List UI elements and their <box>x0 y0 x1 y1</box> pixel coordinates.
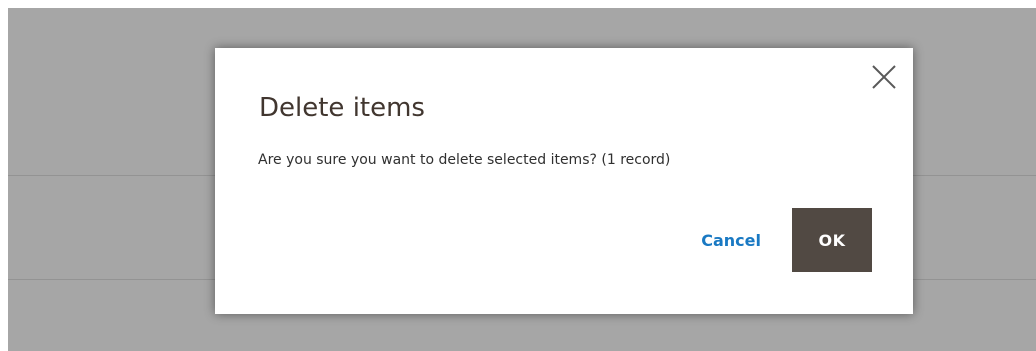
modal-title: Delete items <box>259 93 425 123</box>
cancel-button[interactable]: Cancel <box>701 231 761 250</box>
close-icon <box>872 65 896 89</box>
ok-button[interactable]: OK <box>792 208 872 272</box>
close-button[interactable] <box>869 62 899 92</box>
modal-footer: Cancel OK <box>701 208 872 272</box>
delete-confirm-modal: Delete items Are you sure you want to de… <box>215 48 913 314</box>
modal-message: Are you sure you want to delete selected… <box>258 152 671 168</box>
